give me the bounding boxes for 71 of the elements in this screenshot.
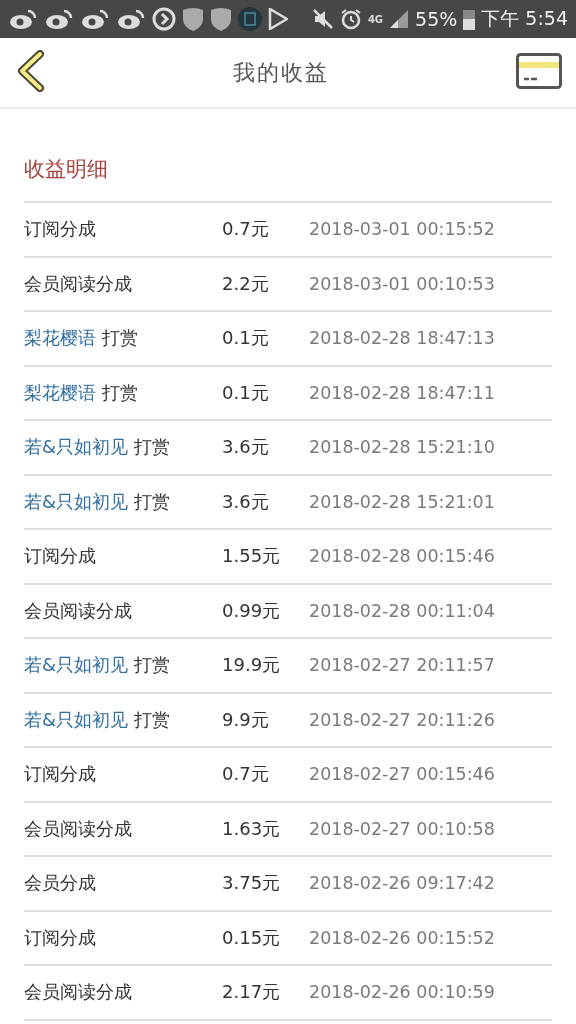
shield-icon: [210, 7, 232, 31]
amount: 1.63元: [222, 816, 282, 841]
timestamp: 2018-02-26 09:17:42: [309, 873, 495, 894]
amount: 0.7元: [222, 762, 270, 787]
amount: 0.15元: [222, 925, 282, 950]
amount: 3.75元: [222, 871, 282, 896]
timestamp: 2018-02-27 00:15:46: [309, 764, 495, 785]
income-type: 打赏: [134, 653, 171, 678]
timestamp: 2018-02-26 00:10:59: [309, 982, 495, 1003]
amount: 2.2元: [222, 271, 270, 296]
income-type: 订阅分成: [24, 925, 96, 950]
income-type: 打赏: [134, 435, 171, 460]
income-type: 订阅分成: [24, 544, 96, 569]
shield-icon: [182, 7, 204, 31]
income-type: 会员阅读分成: [24, 598, 132, 623]
weibo-icon: [116, 8, 146, 30]
timestamp: 2018-02-28 15:21:10: [309, 437, 495, 458]
back-button[interactable]: [16, 50, 46, 95]
timestamp: 2018-02-27 20:11:57: [309, 655, 495, 676]
timestamp: 2018-02-27 00:10:58: [309, 818, 495, 839]
user-link[interactable]: 若&只如初见: [24, 435, 129, 460]
income-type: 打赏: [102, 326, 138, 351]
amount: 2.17元: [222, 980, 282, 1005]
timestamp: 2018-02-27 20:11:26: [309, 709, 495, 730]
battery-icon: [463, 8, 476, 30]
bank-card-button[interactable]: [516, 53, 562, 92]
battery-percentage: 55%: [415, 8, 458, 30]
user-link[interactable]: 梨花樱语: [24, 380, 96, 405]
user-link[interactable]: 若&只如初见: [24, 489, 129, 514]
income-type: 会员阅读分成: [24, 271, 132, 296]
page-title: 我的收益: [233, 58, 329, 87]
user-link[interactable]: 若&只如初见: [24, 707, 129, 732]
timestamp: 2018-02-28 15:21:01: [309, 491, 495, 512]
timestamp: 2018-02-28 00:15:46: [309, 546, 495, 567]
amount: 3.6元: [222, 489, 270, 514]
play-store-icon: [268, 8, 288, 30]
user-link[interactable]: 若&只如初见: [24, 653, 129, 678]
timestamp: 2018-03-01 00:15:52: [309, 219, 495, 240]
signal-icon: [389, 9, 410, 29]
income-type: 打赏: [102, 380, 138, 405]
alarm-icon: [339, 8, 362, 30]
timestamp: 2018-02-28 18:47:13: [309, 328, 495, 349]
amount: 0.1元: [222, 326, 270, 351]
income-type: 会员分成: [24, 871, 96, 896]
network-type: 4G: [367, 13, 384, 25]
amount: 1.55元: [222, 544, 282, 569]
income-type: 打赏: [134, 489, 171, 514]
app-icon: [238, 7, 262, 31]
mute-icon: [311, 8, 334, 30]
income-type: 订阅分成: [24, 217, 96, 242]
weibo-icon: [44, 8, 74, 30]
weibo-icon: [8, 8, 38, 30]
amount: 0.99元: [222, 598, 282, 623]
clock: 下午 5:54: [481, 6, 568, 31]
timestamp: 2018-02-28 00:11:04: [309, 600, 495, 621]
income-type: 打赏: [134, 707, 171, 732]
income-type: 会员阅读分成: [24, 816, 132, 841]
timestamp: 2018-02-26 00:15:52: [309, 927, 495, 948]
amount: 19.9元: [222, 653, 282, 678]
amount: 0.7元: [222, 217, 270, 242]
timestamp: 2018-03-01 00:10:53: [309, 273, 495, 294]
section-title: 收益明细: [24, 156, 109, 183]
timestamp: 2018-02-28 18:47:11: [309, 382, 495, 403]
amount: 0.1元: [222, 380, 270, 405]
income-type: 订阅分成: [24, 762, 96, 787]
amount: 3.6元: [222, 435, 270, 460]
amount: 9.9元: [222, 707, 270, 732]
user-link[interactable]: 梨花樱语: [24, 326, 96, 351]
income-type: 会员阅读分成: [24, 980, 132, 1005]
weibo-icon: [80, 8, 110, 30]
play-icon: [152, 7, 176, 31]
